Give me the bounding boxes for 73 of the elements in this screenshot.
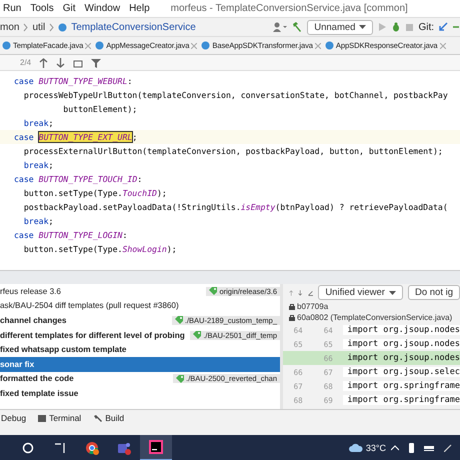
pen-icon[interactable] (444, 444, 452, 452)
caret-icon (388, 290, 396, 294)
menu-item[interactable]: Help (129, 3, 150, 14)
commit-row[interactable]: sonar fix (0, 356, 280, 372)
code-line: break; (22, 159, 54, 172)
code-line: button.setType(Type.ShowLogin); (22, 243, 178, 256)
browser-icon[interactable] (85, 441, 99, 455)
code-line: break; (22, 215, 54, 228)
down-icon[interactable] (298, 288, 303, 298)
tool-window-button[interactable]: Debug (1, 413, 26, 423)
bug-icon[interactable] (391, 22, 402, 32)
cloud-icon (349, 443, 364, 453)
filter-icon[interactable] (91, 58, 102, 68)
window-title: morfeus - TemplateConversionService.java [common] (170, 3, 408, 14)
code-line: buttonElement); (62, 103, 138, 116)
hammer-icon (93, 414, 102, 422)
breadcrumb[interactable]: util (32, 22, 46, 32)
display-icon[interactable] (424, 446, 434, 450)
viewer-dropdown[interactable]: Unified viewer (318, 285, 403, 300)
tool-window-button[interactable]: Terminal (38, 413, 82, 423)
code-line: postbackPayload.setPayloadData(!StringUtils.isEmpty(btnPayload) ? retrievePayloadData( (22, 201, 449, 214)
menu-item[interactable]: Git (62, 3, 76, 14)
class-icon (58, 22, 68, 32)
match-count: 2/4 (20, 58, 32, 67)
code-line: case BUTTON_TYPE_LOGIN: (13, 229, 128, 242)
code-line: case BUTTON_TYPE_TOUCH_ID: (13, 173, 144, 186)
lock-icon (289, 303, 295, 310)
up-icon[interactable] (39, 58, 48, 68)
code-line: break; (22, 117, 54, 130)
lock-icon (289, 314, 295, 321)
breadcrumb[interactable]: mon (0, 22, 20, 32)
commit-row[interactable]: ask/BAU-2504 diff templates (pull request #3860) (0, 298, 280, 314)
tag-icon (193, 331, 202, 340)
git-label: Git: (418, 22, 434, 32)
menu-item[interactable]: Window (84, 3, 120, 14)
user-icon[interactable] (273, 22, 288, 32)
code-line: case BUTTON_TYPE_WEBURL: (13, 75, 134, 88)
search-icon[interactable] (22, 442, 34, 454)
run-config-dropdown[interactable]: Unnamed (307, 20, 374, 34)
taskbar-button[interactable] (140, 435, 172, 460)
task-view-icon[interactable] (54, 442, 66, 454)
chevron-icon (23, 22, 28, 32)
down-icon[interactable] (56, 58, 66, 68)
caret-icon (359, 25, 366, 29)
temperature: 33°C (364, 443, 387, 453)
code-line: button.setType(Type.TouchID); (22, 187, 168, 200)
terminal-icon (38, 414, 46, 422)
up-icon[interactable] (289, 288, 294, 298)
class-icon (324, 41, 334, 50)
tag-icon (209, 287, 218, 296)
menu-item[interactable]: Run (3, 3, 22, 14)
ide-icon[interactable] (149, 440, 163, 454)
chevron-icon (49, 22, 54, 32)
breadcrumb[interactable]: TemplateConversionService (71, 22, 196, 32)
commit-row[interactable]: fixed template issue (0, 386, 280, 401)
code-line: processExternalUrlButton(templateConversion, postbackPayload, button, buttonElement); (22, 145, 444, 158)
chat-app-icon[interactable] (117, 441, 131, 455)
tag-icon (174, 316, 183, 324)
revision-label: 60a0802 (TemplateConversionService.java) (297, 313, 452, 322)
menu-item[interactable]: Tools (30, 3, 54, 14)
caret-icon[interactable] (391, 445, 399, 451)
whitespace-dropdown[interactable]: Do not ig (408, 285, 460, 300)
code-line: processWebTypeUrlButton(templateConversion, conversationState, botChannel, postbackPay (22, 89, 449, 102)
class-icon (2, 41, 11, 50)
commit-row[interactable]: fixed whatsapp custom template (0, 342, 280, 357)
revision-label: b07709a (297, 302, 328, 311)
class-icon (95, 41, 104, 50)
update-icon[interactable] (438, 22, 448, 32)
class-icon (201, 41, 210, 50)
select-all-icon[interactable] (73, 58, 84, 68)
tag-icon (176, 374, 184, 383)
tool-window-button[interactable]: Build (93, 413, 124, 423)
hammer-icon[interactable] (291, 21, 304, 33)
